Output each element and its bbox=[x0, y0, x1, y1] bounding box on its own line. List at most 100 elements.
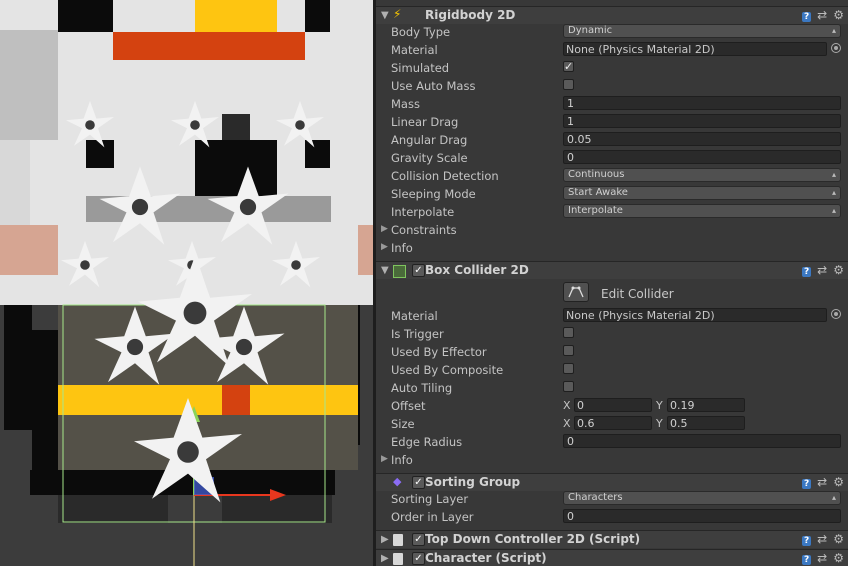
used-by-effector-label: Used By Effector bbox=[391, 345, 487, 359]
constraints-label: Constraints bbox=[391, 223, 457, 237]
dropdown-value: Interpolate bbox=[568, 205, 623, 216]
sleeping-mode-dropdown[interactable]: Start Awake ▴ bbox=[563, 186, 841, 200]
collision-detection-dropdown[interactable]: Continuous ▴ bbox=[563, 168, 841, 182]
auto-tiling-checkbox[interactable] bbox=[563, 381, 574, 392]
dropdown-arrows-icon: ▴ bbox=[831, 188, 836, 197]
used-by-composite-row: Used By Composite bbox=[376, 361, 848, 379]
gravity-scale-field[interactable]: 0 bbox=[563, 150, 841, 164]
settings-icon[interactable]: ⚙ bbox=[833, 532, 844, 546]
info-label: Info bbox=[391, 453, 413, 467]
size-y-field[interactable]: 0.5 bbox=[667, 416, 745, 430]
shuriken-icon bbox=[94, 306, 176, 385]
shuriken-icon bbox=[61, 241, 109, 288]
collision-detection-label: Collision Detection bbox=[391, 169, 499, 183]
order-in-layer-row: Order in Layer 0 bbox=[376, 508, 848, 526]
sorting-group-header[interactable]: ◆ ✓ Sorting Group ? ⇄ ⚙ bbox=[376, 473, 848, 491]
edge-radius-field[interactable]: 0 bbox=[563, 434, 841, 448]
body-type-dropdown[interactable]: Dynamic ▴ bbox=[563, 24, 841, 38]
edit-collider-button[interactable] bbox=[563, 282, 589, 302]
foldout-open-icon[interactable]: ▼ bbox=[381, 10, 389, 21]
enabled-checkbox[interactable]: ✓ bbox=[412, 533, 425, 546]
dropdown-value: Characters bbox=[568, 492, 623, 503]
shuriken-group bbox=[61, 101, 324, 503]
constraints-row[interactable]: ▶ Constraints bbox=[376, 221, 848, 239]
foldout-open-icon[interactable]: ▼ bbox=[381, 265, 389, 276]
script-icon bbox=[393, 534, 403, 546]
help-icon[interactable]: ? bbox=[801, 479, 812, 489]
dropdown-value: Dynamic bbox=[568, 25, 613, 36]
angular-drag-field[interactable]: 0.05 bbox=[563, 132, 841, 146]
use-auto-mass-label: Use Auto Mass bbox=[391, 79, 476, 93]
use-auto-mass-checkbox[interactable] bbox=[563, 79, 574, 90]
help-icon[interactable]: ? bbox=[801, 12, 812, 22]
help-icon[interactable]: ? bbox=[801, 555, 812, 565]
enabled-checkbox[interactable]: ✓ bbox=[412, 552, 425, 565]
used-by-effector-row: Used By Effector bbox=[376, 343, 848, 361]
edit-collider-icon bbox=[568, 286, 584, 298]
foldout-closed-icon[interactable]: ▶ bbox=[381, 454, 388, 464]
settings-icon[interactable]: ⚙ bbox=[833, 263, 844, 277]
character-script-header[interactable]: ▶ ✓ Character (Script) ? ⇄ ⚙ bbox=[376, 549, 848, 566]
preset-icon[interactable]: ⇄ bbox=[817, 551, 827, 565]
enabled-checkbox[interactable]: ✓ bbox=[412, 476, 425, 489]
linear-drag-field[interactable]: 1 bbox=[563, 114, 841, 128]
sorting-layer-dropdown[interactable]: Characters ▴ bbox=[563, 491, 841, 505]
material-object-field[interactable]: None (Physics Material 2D) bbox=[563, 42, 827, 56]
info-row[interactable]: ▶ Info bbox=[376, 239, 848, 257]
help-icon[interactable]: ? bbox=[801, 536, 812, 546]
edge-radius-row: Edge Radius 0 bbox=[376, 433, 848, 451]
rigidbody-header[interactable]: ▼ ⚡ Rigidbody 2D ? ⇄ ⚙ bbox=[376, 6, 848, 24]
gravity-scale-label: Gravity Scale bbox=[391, 151, 468, 165]
order-in-layer-label: Order in Layer bbox=[391, 510, 474, 524]
preset-icon[interactable]: ⇄ bbox=[817, 532, 827, 546]
enabled-checkbox[interactable]: ✓ bbox=[412, 264, 425, 277]
preset-icon[interactable]: ⇄ bbox=[817, 475, 827, 489]
help-icon[interactable]: ? bbox=[801, 267, 812, 277]
component-title: Sorting Group bbox=[425, 475, 521, 489]
dropdown-arrows-icon: ▴ bbox=[831, 170, 836, 179]
simulated-checkbox[interactable]: ✓ bbox=[563, 61, 574, 72]
offset-row: Offset X 0 Y 0.19 bbox=[376, 397, 848, 415]
foldout-closed-icon[interactable]: ▶ bbox=[381, 242, 388, 252]
settings-icon[interactable]: ⚙ bbox=[833, 8, 844, 22]
use-auto-mass-row: Use Auto Mass bbox=[376, 77, 848, 95]
object-picker-icon[interactable] bbox=[831, 43, 841, 53]
size-x-field[interactable]: 0.6 bbox=[574, 416, 652, 430]
mass-field[interactable]: 1 bbox=[563, 96, 841, 110]
info-row[interactable]: ▶ Info bbox=[376, 451, 848, 469]
inspector-panel: ▼ ⚡ Rigidbody 2D ? ⇄ ⚙ Body Type Dynamic ▴ Ma… bbox=[376, 0, 848, 566]
material-object-field[interactable]: None (Physics Material 2D) bbox=[563, 308, 827, 322]
angular-drag-label: Angular Drag bbox=[391, 133, 468, 147]
sorting-layer-label: Sorting Layer bbox=[391, 492, 469, 506]
settings-icon[interactable]: ⚙ bbox=[833, 551, 844, 565]
box-collider-icon bbox=[393, 265, 406, 278]
scene-view[interactable] bbox=[0, 0, 373, 566]
used-by-composite-checkbox[interactable] bbox=[563, 363, 574, 374]
interpolate-dropdown[interactable]: Interpolate ▴ bbox=[563, 204, 841, 218]
sorting-layer-row: Sorting Layer Characters ▴ bbox=[376, 490, 848, 508]
foldout-closed-icon[interactable]: ▶ bbox=[381, 553, 389, 564]
preset-icon[interactable]: ⇄ bbox=[817, 8, 827, 22]
settings-icon[interactable]: ⚙ bbox=[833, 475, 844, 489]
shuriken-icon bbox=[134, 398, 242, 503]
used-by-effector-checkbox[interactable] bbox=[563, 345, 574, 356]
script-icon bbox=[393, 553, 403, 565]
offset-label: Offset bbox=[391, 399, 426, 413]
x-axis-label: X bbox=[563, 417, 571, 430]
material-label: Material bbox=[391, 43, 438, 57]
size-label: Size bbox=[391, 417, 415, 431]
foldout-closed-icon[interactable]: ▶ bbox=[381, 224, 388, 234]
rigidbody-icon: ⚡ bbox=[393, 7, 402, 21]
size-row: Size X 0.6 Y 0.5 bbox=[376, 415, 848, 433]
order-in-layer-field[interactable]: 0 bbox=[563, 509, 841, 523]
top-down-controller-header[interactable]: ▶ ✓ Top Down Controller 2D (Script) ? ⇄ ⚙ bbox=[376, 530, 848, 548]
offset-y-field[interactable]: 0.19 bbox=[667, 398, 745, 412]
foldout-closed-icon[interactable]: ▶ bbox=[381, 534, 389, 545]
is-trigger-label: Is Trigger bbox=[391, 327, 444, 341]
used-by-composite-label: Used By Composite bbox=[391, 363, 504, 377]
object-picker-icon[interactable] bbox=[831, 309, 841, 319]
preset-icon[interactable]: ⇄ bbox=[817, 263, 827, 277]
box-collider-header[interactable]: ▼ ✓ Box Collider 2D ? ⇄ ⚙ bbox=[376, 261, 848, 279]
offset-x-field[interactable]: 0 bbox=[574, 398, 652, 412]
is-trigger-checkbox[interactable] bbox=[563, 327, 574, 338]
